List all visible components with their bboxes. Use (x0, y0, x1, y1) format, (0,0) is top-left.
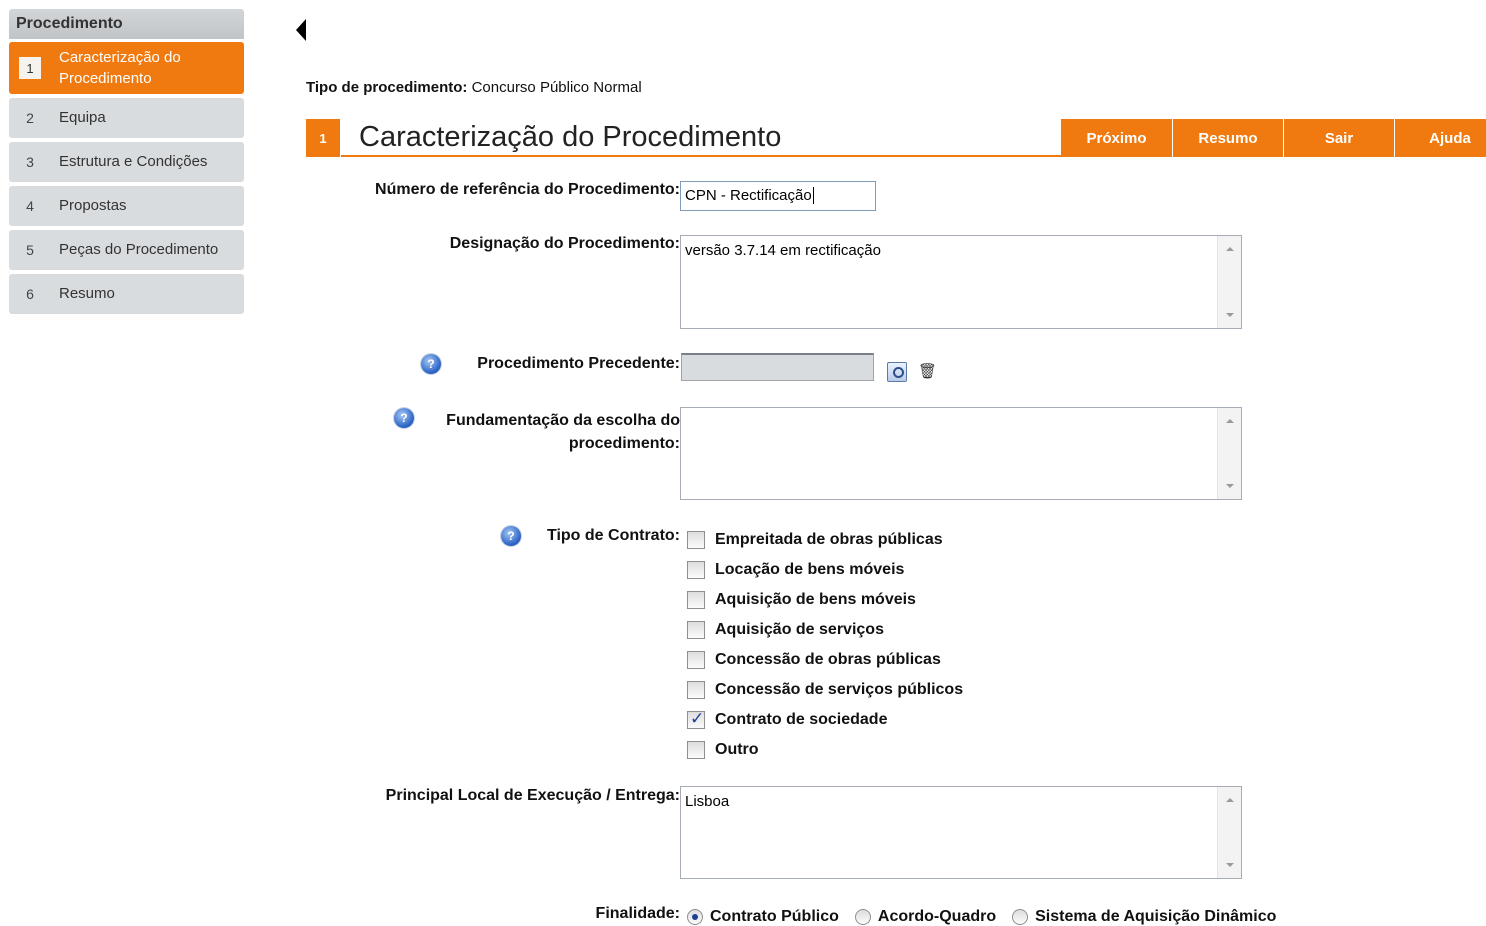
procedure-type-label: Tipo de procedimento: (306, 79, 468, 96)
checkbox-label: Locação de bens móveis (715, 561, 905, 578)
sidebar-step-propostas[interactable]: 4 Propostas (9, 186, 244, 226)
purpose-label: Finalidade: (595, 905, 680, 922)
sidebar-step-equipa[interactable]: 2 Equipa (9, 98, 244, 138)
radio-sistema-aquisicao[interactable] (1012, 909, 1029, 925)
checkbox[interactable] (687, 651, 705, 669)
location-scrollbar[interactable] (1217, 787, 1241, 878)
checkbox-label: Empreitada de obras públicas (715, 531, 943, 548)
step-label: Peças do Procedimento (59, 241, 219, 258)
help-button[interactable]: Ajuda (1394, 119, 1486, 157)
exit-button[interactable]: Sair (1283, 119, 1394, 157)
next-button[interactable]: Próximo (1061, 119, 1172, 157)
checkbox-checked[interactable] (687, 709, 705, 729)
justification-textarea[interactable] (680, 407, 1242, 500)
radio-acordo-quadro[interactable] (854, 909, 871, 925)
location-value: Lisboa (685, 793, 730, 810)
sidebar-title: Procedimento (9, 9, 244, 39)
step-number: 6 (26, 286, 34, 302)
sidebar-step-pecas[interactable]: 5 Peças do Procedimento (9, 230, 244, 270)
help-icon[interactable]: ? (501, 526, 521, 546)
checkbox-label: Concessão de obras públicas (715, 651, 941, 668)
summary-button[interactable]: Resumo (1172, 119, 1283, 157)
reference-number-input[interactable]: CPN - Rectificação (680, 181, 876, 211)
justification-scrollbar[interactable] (1217, 408, 1241, 499)
designation-value: versão 3.7.14 em rectificação (685, 242, 881, 259)
step-label: Equipa (59, 109, 106, 126)
checkbox-label: Aquisição de bens móveis (715, 591, 916, 608)
contract-type-option[interactable]: Concessão de obras públicas (687, 651, 941, 669)
checkbox-label: Outro (715, 741, 759, 758)
checkbox-label: Aquisição de serviços (715, 621, 884, 638)
help-icon[interactable]: ? (421, 354, 441, 374)
checkbox[interactable] (687, 681, 705, 699)
step-number: 5 (26, 242, 34, 258)
contract-type-option[interactable]: Contrato de sociedade (687, 709, 888, 729)
step-label: Estrutura e Condições (59, 153, 208, 170)
step-number: 2 (26, 110, 34, 126)
step-label: Caracterização do Procedimento (59, 49, 181, 87)
checkbox[interactable] (687, 561, 705, 579)
designation-label: Designação do Procedimento: (449, 235, 680, 252)
checkbox[interactable] (687, 621, 705, 639)
procedure-type-value: Concurso Público Normal (471, 79, 642, 96)
step-number: 1 (19, 57, 41, 79)
sidebar-step-resumo[interactable]: 6 Resumo (9, 274, 244, 314)
justification-label-line1: Fundamentação da escolha do (446, 412, 680, 429)
contract-type-option[interactable]: Aquisição de bens móveis (687, 591, 916, 609)
section-number: 1 (306, 119, 340, 157)
radio-label: Sistema de Aquisição Dinâmico (1035, 908, 1277, 925)
sidebar-step-estrutura[interactable]: 3 Estrutura e Condições (9, 142, 244, 182)
procedure-type: Tipo de procedimento: Concurso Público N… (306, 79, 642, 96)
checkbox[interactable] (687, 591, 705, 609)
step-number: 3 (26, 154, 34, 170)
step-number: 4 (26, 198, 34, 214)
purpose-options: Contrato Público Acordo-Quadro Sistema d… (687, 908, 1292, 926)
precedent-procedure-input (681, 353, 874, 381)
justification-label-line2: procedimento: (568, 435, 680, 452)
trash-icon[interactable]: 🗑 (918, 364, 937, 380)
radio-label: Acordo-Quadro (877, 908, 997, 925)
search-lookup-icon[interactable] (887, 362, 907, 382)
step-label: Propostas (59, 197, 127, 214)
help-icon[interactable]: ? (394, 408, 414, 428)
sidebar: Procedimento 1 Caracterização do Procedi… (9, 9, 244, 318)
reference-number-value: CPN - Rectificação (685, 187, 812, 204)
contract-type-label: Tipo de Contrato: (546, 527, 680, 544)
checkbox[interactable] (687, 531, 705, 549)
checkbox-label: Contrato de sociedade (715, 711, 888, 728)
radio-contrato-publico[interactable] (687, 909, 703, 925)
page-title: Caracterização do Procedimento (341, 119, 1061, 157)
designation-scrollbar[interactable] (1217, 236, 1241, 328)
contract-type-option[interactable]: Empreitada de obras públicas (687, 531, 943, 549)
reference-number-label: Número de referência do Procedimento: (375, 181, 680, 198)
location-textarea[interactable]: Lisboa (680, 786, 1242, 879)
precedent-procedure-label: Procedimento Precedente: (477, 355, 680, 372)
contract-type-option[interactable]: Concessão de serviços públicos (687, 681, 963, 699)
radio-label: Contrato Público (710, 908, 839, 925)
collapse-sidebar-arrow-icon[interactable] (296, 19, 306, 41)
justification-label: Fundamentação da escolha do procedimento… (446, 409, 680, 455)
contract-type-option[interactable]: Locação de bens móveis (687, 561, 904, 579)
checkbox[interactable] (687, 741, 705, 759)
designation-textarea[interactable]: versão 3.7.14 em rectificação (680, 235, 1242, 329)
step-label: Resumo (59, 285, 115, 302)
location-label: Principal Local de Execução / Entrega: (385, 787, 680, 804)
checkbox-label: Concessão de serviços públicos (715, 681, 964, 698)
sidebar-step-caracterizacao[interactable]: 1 Caracterização do Procedimento (9, 42, 244, 94)
action-tabs: Próximo Resumo Sair Ajuda (1061, 119, 1486, 157)
contract-type-option[interactable]: Outro (687, 741, 759, 759)
contract-type-option[interactable]: Aquisição de serviços (687, 621, 884, 639)
